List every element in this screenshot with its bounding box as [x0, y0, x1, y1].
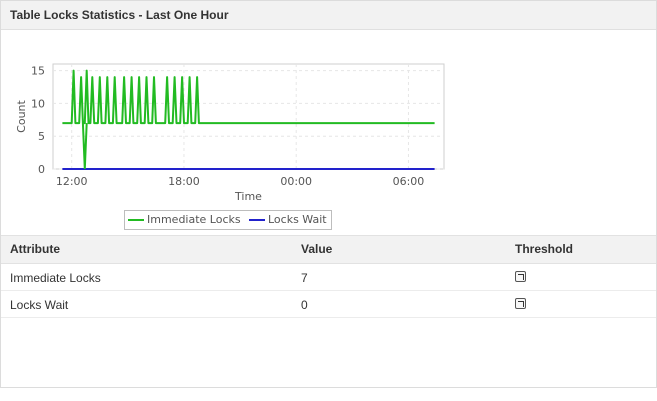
threshold-edit-icon[interactable] [515, 271, 526, 282]
panel-title: Table Locks Statistics - Last One Hour [10, 8, 229, 22]
panel-header: Table Locks Statistics - Last One Hour [1, 1, 656, 30]
row-attribute: Immediate Locks [10, 271, 101, 285]
threshold-edit-icon[interactable] [515, 298, 526, 309]
row-value: 0 [301, 298, 308, 312]
x-tick-label: 18:00 [168, 175, 200, 188]
attribute-table: Attribute Value Threshold Immediate Lock… [1, 235, 656, 318]
x-tick-label: 12:00 [56, 175, 88, 188]
table-locks-panel: Table Locks Statistics - Last One Hour 0… [0, 0, 657, 388]
y-tick-label: 5 [38, 130, 45, 143]
chart-legend: Immediate Locks Locks Wait [124, 210, 332, 230]
legend-label-locks-wait: Locks Wait [268, 213, 327, 226]
y-tick-label: 10 [31, 97, 45, 110]
table-header: Attribute Value Threshold [1, 235, 656, 264]
plot-area [52, 63, 445, 170]
legend-item-immediate-locks[interactable]: Immediate Locks [128, 213, 241, 226]
y-axis-label: Count [15, 99, 28, 132]
legend-swatch-locks-wait [249, 218, 265, 221]
table-row: Locks Wait 0 [1, 291, 656, 318]
row-value: 7 [301, 271, 308, 285]
legend-label-immediate-locks: Immediate Locks [147, 213, 241, 226]
table-row: Immediate Locks 7 [1, 264, 656, 291]
column-header-value: Value [301, 242, 333, 256]
legend-swatch-immediate-locks [128, 218, 144, 221]
column-header-attribute: Attribute [10, 242, 60, 256]
row-attribute: Locks Wait [10, 298, 69, 312]
x-axis-label: Time [234, 190, 262, 203]
x-tick-label: 06:00 [393, 175, 425, 188]
table-locks-chart: 0 5 10 15 12:00 18:00 00:00 06:00 Time Count [15, 63, 445, 203]
legend-item-locks-wait[interactable]: Locks Wait [249, 213, 327, 226]
column-header-threshold: Threshold [515, 242, 574, 256]
y-tick-label: 0 [38, 163, 45, 176]
x-tick-label: 00:00 [280, 175, 312, 188]
y-tick-label: 15 [31, 65, 45, 78]
